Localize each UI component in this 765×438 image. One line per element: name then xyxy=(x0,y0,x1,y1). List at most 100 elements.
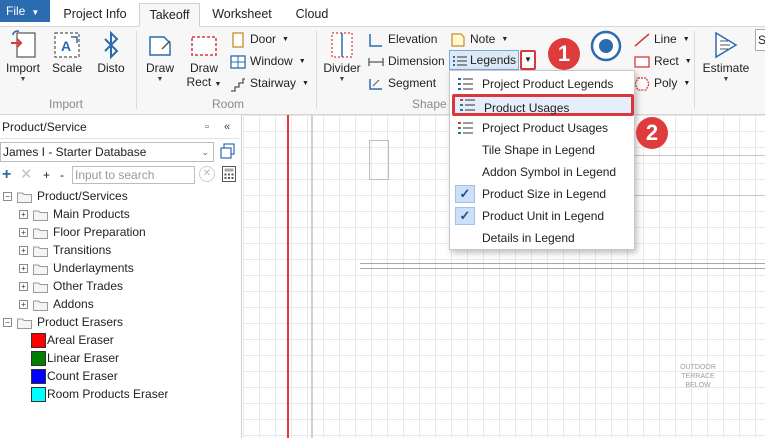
elevation-icon xyxy=(369,33,382,47)
chevron-down-icon: ▼ xyxy=(682,35,690,43)
database-value: James I - Starter Database xyxy=(3,145,147,159)
menu-item-details-in-legend[interactable]: Details in Legend xyxy=(450,227,634,249)
circle-button[interactable] xyxy=(586,29,626,63)
calculator-icon[interactable] xyxy=(222,166,236,182)
tree-node-addons[interactable]: + Addons xyxy=(19,295,94,313)
tree-node-product-erasers[interactable]: − Product Erasers xyxy=(3,313,123,331)
collapse-node-icon[interactable]: − xyxy=(3,318,12,328)
menu-item-product-unit-in-legend[interactable]: ✓ Product Unit in Legend xyxy=(450,205,634,227)
window-button[interactable]: Window ▼ xyxy=(230,51,306,71)
tab-takeoff[interactable]: Takeoff xyxy=(139,3,200,27)
tab-cloud[interactable]: Cloud xyxy=(284,3,340,27)
poly-icon xyxy=(634,77,650,91)
expand-node-icon[interactable]: + xyxy=(19,300,28,310)
folder-icon xyxy=(33,282,48,293)
tree-node-product-services[interactable]: − Product/Services xyxy=(3,187,128,205)
menu-item-label: Details in Legend xyxy=(482,231,575,245)
database-copy-icon[interactable] xyxy=(220,143,236,159)
poly-button[interactable]: Poly ▼ xyxy=(634,73,690,93)
tree-node-label: Transitions xyxy=(53,243,112,257)
note-icon xyxy=(451,33,465,47)
collapse-all-icon[interactable]: - xyxy=(60,165,64,185)
tab-project-info[interactable]: Project Info xyxy=(53,3,137,27)
stairway-label: Stairway xyxy=(250,76,297,90)
expand-node-icon[interactable]: + xyxy=(19,228,28,238)
collapse-node-icon[interactable]: − xyxy=(3,192,12,202)
folder-icon xyxy=(33,210,48,221)
estimate-icon xyxy=(715,31,738,59)
import-label: Import xyxy=(5,61,40,75)
tree-node-areal-eraser[interactable]: Areal Eraser xyxy=(31,331,114,349)
tree-node-underlayments[interactable]: + Underlayments xyxy=(19,259,134,277)
tree-node-label: Underlayments xyxy=(53,261,134,275)
ribbon-search-field[interactable]: S xyxy=(755,29,765,51)
tree-node-count-eraser[interactable]: Count Eraser xyxy=(31,367,118,385)
tree-node-linear-eraser[interactable]: Linear Eraser xyxy=(31,349,119,367)
disto-label: Disto xyxy=(97,61,125,75)
window-icon xyxy=(230,55,246,69)
expand-all-icon[interactable]: + xyxy=(43,165,50,185)
group-divider xyxy=(136,31,137,109)
scale-label: Scale xyxy=(51,61,83,75)
menu-item-label: Project Product Legends xyxy=(482,77,614,91)
menu-item-product-usages[interactable]: Product Usages xyxy=(452,94,634,116)
delete-icon[interactable]: ✕ xyxy=(20,165,33,185)
divider-button[interactable]: Divider ▼ xyxy=(320,29,364,84)
plan-annotation-line: TERRACE xyxy=(681,373,715,380)
tree-node-room-products-eraser[interactable]: Room Products Eraser xyxy=(31,385,168,403)
elevation-button[interactable]: Elevation xyxy=(368,29,437,49)
menu-item-tile-shape-in-legend[interactable]: Tile Shape in Legend xyxy=(450,139,634,161)
circle-icon xyxy=(590,30,622,62)
restore-icon[interactable]: ▫ xyxy=(205,115,209,139)
file-menu-button[interactable]: File ▼ xyxy=(0,0,50,22)
stairway-button[interactable]: Stairway ▼ xyxy=(230,73,309,93)
legends-dropdown-button[interactable]: ▼ xyxy=(520,50,536,70)
segment-button[interactable]: Segment xyxy=(368,73,436,93)
expand-node-icon[interactable]: + xyxy=(19,210,28,220)
menu-item-product-size-in-legend[interactable]: ✓ Product Size in Legend xyxy=(450,183,634,205)
import-group-label: Import xyxy=(49,97,84,111)
tab-worksheet[interactable]: Worksheet xyxy=(202,3,282,27)
import-button[interactable]: Import ▼ xyxy=(2,29,44,84)
add-icon[interactable]: + xyxy=(2,165,11,185)
step-badge-1: 1 xyxy=(548,38,580,70)
scale-button[interactable]: A Scale xyxy=(48,29,86,75)
folder-icon xyxy=(33,246,48,257)
expand-node-icon[interactable]: + xyxy=(19,246,28,256)
product-search-input[interactable]: Input to search xyxy=(72,166,195,184)
menu-item-project-product-usages[interactable]: Project Product Usages xyxy=(450,117,634,139)
tree-node-main-products[interactable]: + Main Products xyxy=(19,205,130,223)
draw-rect-icon xyxy=(191,36,217,56)
tree-node-transitions[interactable]: + Transitions xyxy=(19,241,111,259)
tree-node-label: Floor Preparation xyxy=(53,225,146,239)
usage-list-icon xyxy=(458,122,473,134)
chevron-down-icon: ▼ xyxy=(684,57,692,65)
chevron-down-icon: ▼ xyxy=(19,76,27,83)
expand-node-icon[interactable]: + xyxy=(19,264,28,274)
menu-item-label: Product Unit in Legend xyxy=(482,209,605,223)
menu-item-project-product-legends[interactable]: Project Product Legends xyxy=(450,73,634,95)
collapse-panel-icon[interactable]: « xyxy=(224,115,230,139)
menu-item-label: Product Usages xyxy=(484,101,570,115)
panel-title: Product/Service xyxy=(2,120,87,134)
stairway-icon xyxy=(231,78,245,92)
disto-button[interactable]: Disto xyxy=(92,29,130,75)
draw-button[interactable]: Draw ▼ xyxy=(140,29,180,84)
draw-rect-button[interactable]: Draw Rect ▼ xyxy=(184,29,224,92)
ribbon-tab-bar: File ▼ Project Info Takeoff Worksheet Clo… xyxy=(0,0,765,27)
color-swatch xyxy=(31,369,46,385)
door-button[interactable]: Door ▼ xyxy=(230,29,289,49)
estimate-button[interactable]: Estimate ▼ xyxy=(700,29,752,84)
tree-node-other-trades[interactable]: + Other Trades xyxy=(19,277,123,295)
rect-button[interactable]: Rect ▼ xyxy=(634,51,692,71)
line-button[interactable]: Line ▼ xyxy=(634,29,690,49)
expand-node-icon[interactable]: + xyxy=(19,282,28,292)
legends-button[interactable]: Legends xyxy=(449,50,519,70)
note-button[interactable]: Note ▼ xyxy=(450,29,508,49)
database-select[interactable]: James I - Starter Database ⌄ xyxy=(0,142,214,162)
menu-item-addon-symbol-in-legend[interactable]: Addon Symbol in Legend xyxy=(450,161,634,183)
dimension-button[interactable]: Dimension xyxy=(368,51,445,71)
tree-node-floor-preparation[interactable]: + Floor Preparation xyxy=(19,223,146,241)
folder-icon xyxy=(17,192,32,203)
clear-search-icon[interactable]: ✕ xyxy=(199,166,215,182)
